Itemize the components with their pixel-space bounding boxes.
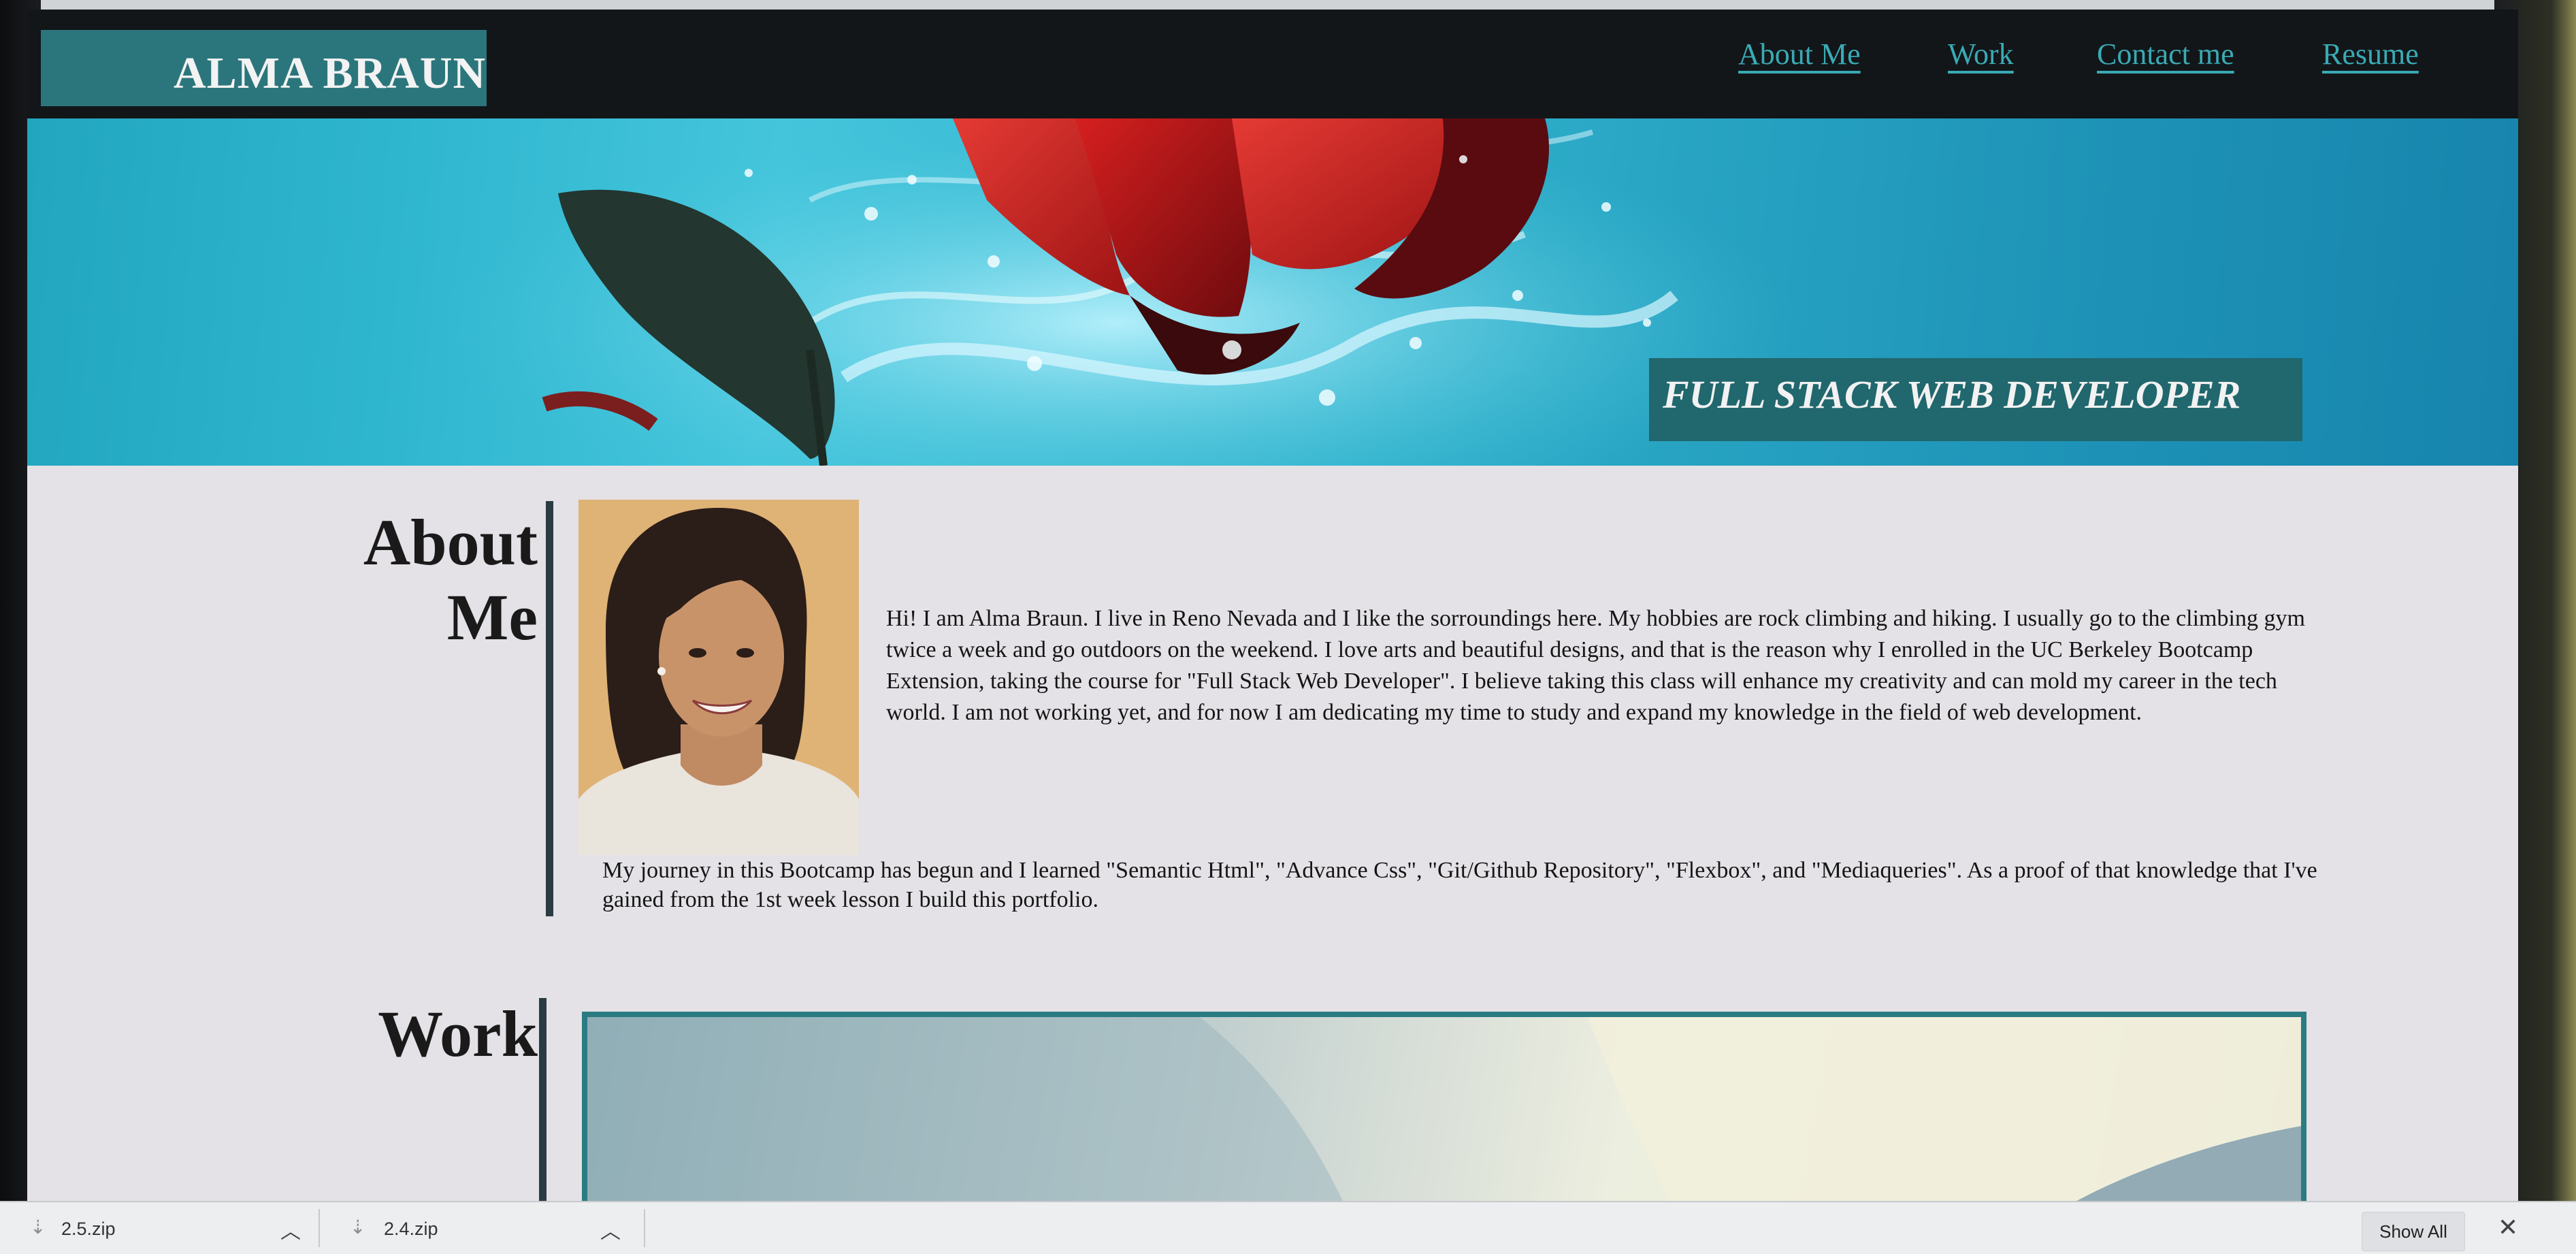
about-heading-line-2: Me [446, 581, 538, 654]
logo-box: ALMA BRAUN [41, 30, 487, 106]
download-separator [319, 1209, 320, 1247]
download-item[interactable]: ⇣ 2.5.zip ︿ [27, 1202, 301, 1254]
show-all-button[interactable]: Show All [2362, 1212, 2465, 1251]
nav-link-work[interactable]: Work [1948, 37, 2014, 71]
about-bio-paragraph-1: Hi! I am Alma Braun. I live in Reno Neva… [886, 606, 2305, 725]
nav-link-about-me[interactable]: About Me [1738, 37, 1861, 71]
download-separator [644, 1209, 645, 1247]
work-heading: Work [378, 997, 538, 1070]
download-item[interactable]: ⇣ 2.4.zip ︿ [347, 1202, 621, 1254]
download-bar: ⇣ 2.5.zip ︿ ⇣ 2.4.zip ︿ Show All ✕ [0, 1201, 2576, 1254]
about-divider [546, 501, 553, 916]
download-file-name: 2.5.zip [61, 1219, 116, 1239]
download-file-name: 2.4.zip [384, 1219, 438, 1239]
download-file-icon: ⇣ [30, 1217, 46, 1238]
chevron-up-icon[interactable]: ︿ [600, 1215, 621, 1244]
download-file-icon: ⇣ [350, 1217, 366, 1238]
about-heading: About Me [313, 505, 538, 655]
about-bio-paragraph-2: My journey in this Bootcamp has begun an… [602, 858, 2317, 912]
chevron-up-icon[interactable]: ︿ [280, 1215, 301, 1244]
hero-banner: FULL STACK WEB DEVELOPER [27, 118, 2518, 466]
hero-tagline: FULL STACK WEB DEVELOPER [1663, 372, 2241, 417]
browser-viewport: ALMA BRAUN About Me Work Contact me Resu… [27, 10, 2518, 1253]
nav-link-resume[interactable]: Resume [2322, 37, 2419, 71]
about-heading-line-1: About [363, 506, 538, 579]
site-header: ALMA BRAUN About Me Work Contact me Resu… [27, 10, 2518, 118]
close-icon[interactable]: ✕ [2498, 1213, 2518, 1242]
profile-photo [578, 500, 859, 855]
hero-tagline-box: FULL STACK WEB DEVELOPER [1649, 358, 2302, 441]
nav-link-contact-me[interactable]: Contact me [2097, 37, 2234, 71]
site-logo[interactable]: ALMA BRAUN [174, 48, 486, 99]
